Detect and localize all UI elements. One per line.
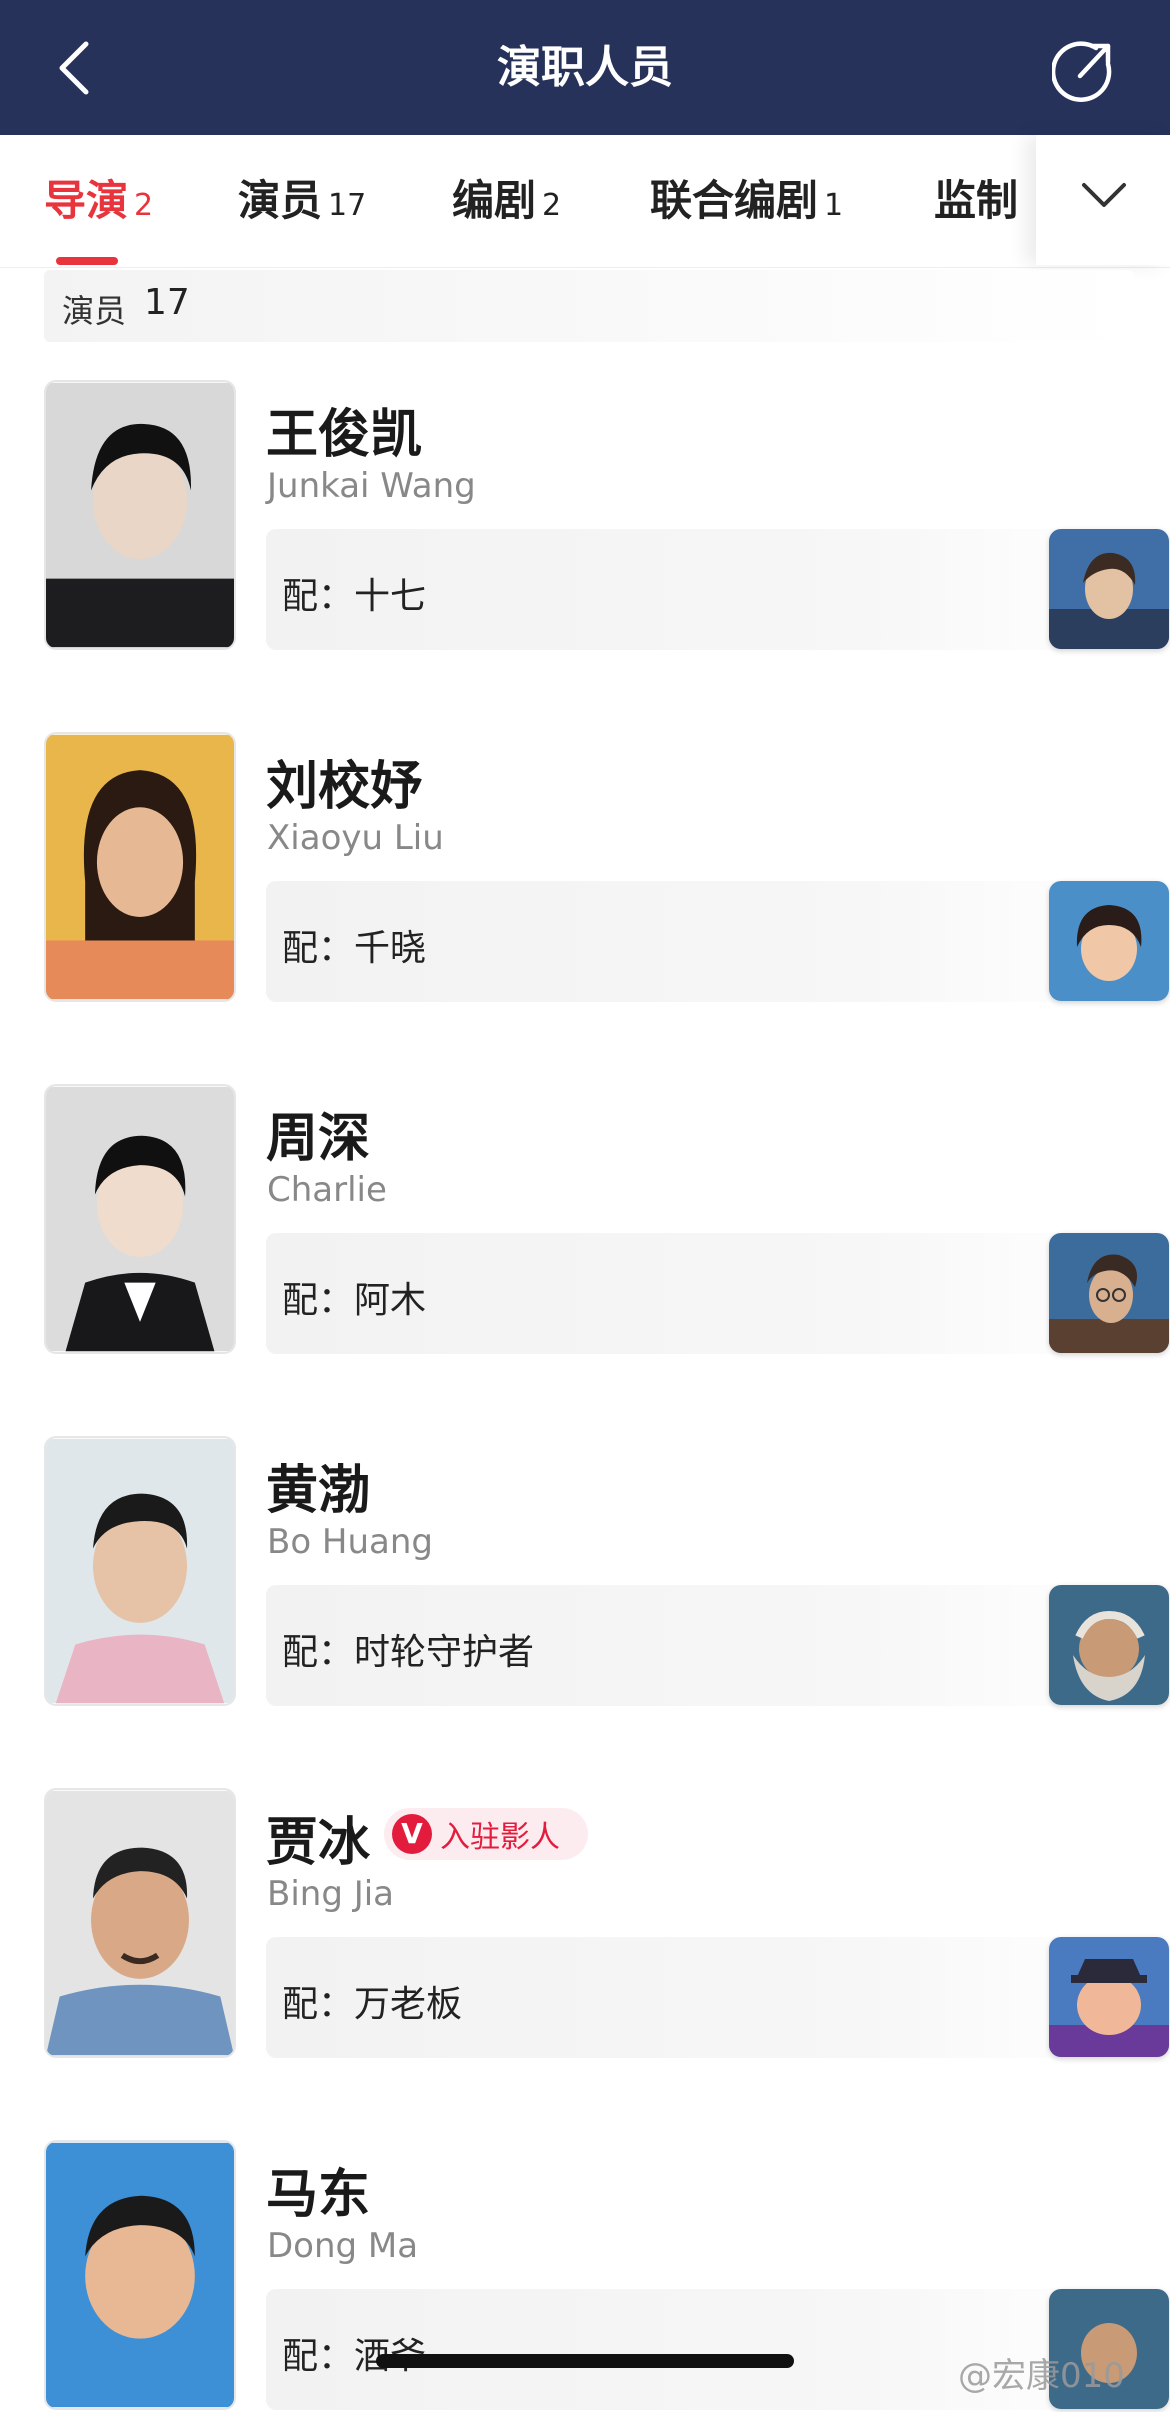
actor-photo-image — [46, 1438, 234, 1704]
role-name: 配：万老板 — [282, 1984, 463, 2025]
character-image — [1049, 1937, 1169, 2057]
tab-label: 监制 — [934, 176, 1019, 225]
active-tab-indicator — [56, 257, 118, 265]
character-image — [1049, 529, 1169, 649]
actor-photo[interactable] — [44, 732, 236, 1002]
role-name: 配：阿木 — [282, 1280, 427, 1321]
tab-producer[interactable]: 监制 — [934, 135, 1018, 267]
actor-photo[interactable] — [44, 1436, 236, 1706]
actor-english-name: Dong Ma — [267, 2226, 419, 2266]
nav-bar: 演职人员 — [0, 0, 1170, 135]
character-thumbnail[interactable] — [1049, 1233, 1169, 1353]
actor-photo-image — [46, 1086, 234, 1352]
chevron-down-icon — [1082, 183, 1126, 207]
role-name: 配：时轮守护者 — [282, 1632, 535, 1673]
character-image — [1049, 1585, 1169, 1705]
role-name: 配：千晓 — [282, 928, 427, 969]
tab-co-writer[interactable]: 联合编剧 1 — [650, 135, 843, 267]
actor-photo[interactable] — [44, 2140, 236, 2410]
section-header: 演员 17 — [44, 270, 1134, 342]
character-thumbnail[interactable] — [1049, 1937, 1169, 2057]
tab-count: 2 — [542, 188, 562, 223]
actor-name: 周深 — [266, 1109, 371, 1169]
role-box: 配：十七 — [266, 529, 1126, 650]
section-label: 演员 — [62, 292, 127, 330]
cast-card[interactable]: 贾冰 V 入驻影人 Bing Jia 配：万老板 — [44, 1788, 1169, 2060]
tab-count: 17 — [328, 188, 367, 223]
character-thumbnail[interactable] — [1049, 529, 1169, 649]
page-title: 演职人员 — [497, 42, 673, 93]
role-box: 配：阿木 — [266, 1233, 1126, 1354]
tab-label: 导演 — [44, 176, 129, 225]
character-image — [1049, 881, 1169, 1001]
actor-english-name: Junkai Wang — [267, 466, 476, 506]
actor-photo-image — [46, 382, 234, 648]
category-tabs: 导演 2 演员 17 编剧 2 联合编剧 1 监制 — [0, 135, 1170, 268]
actor-name: 贾冰 — [266, 1813, 371, 1873]
verified-icon: V — [392, 1814, 432, 1854]
tab-count: 2 — [134, 188, 154, 223]
role-name: 配：酒爷 — [282, 2336, 427, 2377]
actor-english-name: Bing Jia — [267, 1874, 395, 1914]
role-box: 配：时轮守护者 — [266, 1585, 1126, 1706]
actor-english-name: Bo Huang — [267, 1522, 434, 1562]
actor-name: 黄渤 — [266, 1461, 371, 1521]
cast-card[interactable]: 黄渤 Bo Huang 配：时轮守护者 — [44, 1436, 1169, 1708]
role-box: 配：千晓 — [266, 881, 1126, 1002]
actor-photo[interactable] — [44, 380, 236, 650]
character-thumbnail[interactable] — [1049, 1585, 1169, 1705]
verified-badge-label: 入驻影人 — [440, 1820, 560, 1855]
tab-label: 演员 — [238, 176, 323, 225]
actor-name: 马东 — [266, 2165, 371, 2225]
verified-badge[interactable]: V 入驻影人 — [384, 1808, 588, 1860]
home-indicator — [376, 2354, 794, 2368]
share-icon[interactable] — [1052, 38, 1116, 102]
cast-card[interactable]: 王俊凯 Junkai Wang 配：十七 — [44, 380, 1169, 652]
cast-card[interactable]: 周深 Charlie 配：阿木 — [44, 1084, 1169, 1356]
actor-photo[interactable] — [44, 1788, 236, 2058]
watermark: @宏康010 — [958, 2356, 1125, 2396]
tab-count: 1 — [824, 188, 844, 223]
tab-label: 编剧 — [452, 176, 537, 225]
character-thumbnail[interactable] — [1049, 881, 1169, 1001]
actor-english-name: Xiaoyu Liu — [267, 818, 444, 858]
actor-english-name: Charlie — [267, 1170, 387, 1210]
cast-card[interactable]: 刘校妤 Xiaoyu Liu 配：千晓 — [44, 732, 1169, 1004]
tab-label: 联合编剧 — [650, 176, 819, 225]
tabs-expand-button[interactable] — [1036, 135, 1170, 265]
actor-photo-image — [46, 2142, 234, 2408]
actor-photo[interactable] — [44, 1084, 236, 1354]
actor-photo-image — [46, 1790, 234, 2056]
actor-photo-image — [46, 734, 234, 1000]
tab-director[interactable]: 导演 2 — [44, 135, 153, 267]
actor-name: 王俊凯 — [266, 405, 423, 465]
tab-screenwriter[interactable]: 编剧 2 — [452, 135, 561, 267]
role-name: 配：十七 — [282, 576, 427, 617]
section-count: 17 — [144, 282, 190, 323]
actor-name: 刘校妤 — [266, 757, 423, 817]
character-image — [1049, 1233, 1169, 1353]
tab-actors[interactable]: 演员 17 — [238, 135, 366, 267]
role-box: 配：万老板 — [266, 1937, 1126, 2058]
